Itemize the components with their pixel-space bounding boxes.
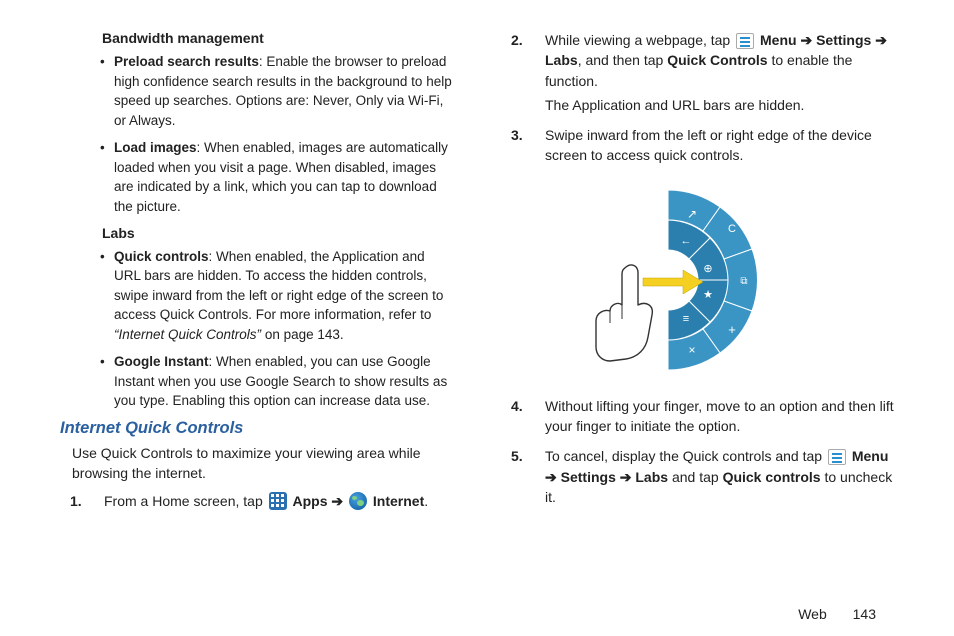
steps-right: 2. While viewing a webpage, tap Menu ➔ S… — [501, 30, 894, 166]
arrow-icon: ➔ — [875, 32, 887, 48]
svg-text:+: + — [728, 322, 736, 337]
svg-text:⧉: ⧉ — [740, 276, 747, 287]
bullet-title: Load images — [114, 140, 197, 155]
globe-icon — [349, 492, 367, 510]
intro-text: Use Quick Controls to maximize your view… — [72, 444, 453, 483]
settings-label: Settings — [561, 469, 620, 485]
menu-label: Menu — [760, 32, 800, 48]
step-text: From a Home screen, tap — [104, 493, 267, 509]
apps-icon — [269, 492, 287, 510]
quick-controls-svg: ↗ C ⧉ + × ← ⊕ ★ ≡ — [573, 180, 823, 380]
step-text: Swipe inward from the left or right edge… — [545, 127, 872, 163]
bullet-quick-controls: Quick controls: When enabled, the Applic… — [104, 247, 453, 345]
step-text: To cancel, display the Quick controls an… — [545, 448, 826, 464]
right-column: 2. While viewing a webpage, tap Menu ➔ S… — [501, 28, 894, 588]
step-text: and tap — [668, 469, 723, 485]
subhead-labs: Labs — [102, 225, 453, 241]
arrow-icon: ➔ — [620, 469, 632, 485]
footer-section: Web — [798, 606, 827, 622]
step-text: Without lifting your finger, move to an … — [545, 398, 894, 434]
labs-label: Labs — [545, 52, 578, 68]
svg-text:⊕: ⊕ — [703, 263, 712, 275]
apps-label: Apps — [293, 493, 332, 509]
bullet-ref: “Internet Quick Controls” — [114, 327, 261, 342]
step-text: While viewing a webpage, tap — [545, 32, 734, 48]
labs-list: Quick controls: When enabled, the Applic… — [90, 247, 453, 412]
svg-text:≡: ≡ — [682, 313, 688, 325]
bullet-title: Quick controls — [114, 249, 209, 264]
svg-text:★: ★ — [703, 289, 713, 301]
step-1: 1. From a Home screen, tap Apps ➔ Intern… — [92, 491, 453, 511]
footer-page-number: 143 — [853, 606, 876, 622]
step-3: 3. Swipe inward from the left or right e… — [533, 125, 894, 166]
bandwidth-list: Preload search results: Enable the brows… — [90, 52, 453, 217]
step-number: 2. — [511, 30, 523, 50]
svg-text:←: ← — [680, 235, 691, 247]
step-4: 4. Without lifting your finger, move to … — [533, 396, 894, 437]
svg-text:×: × — [688, 343, 695, 357]
subhead-bandwidth: Bandwidth management — [102, 30, 453, 46]
arrow-icon: ➔ — [545, 469, 557, 485]
qc-label: Quick Controls — [667, 52, 767, 68]
arrow-icon: ➔ — [331, 493, 343, 509]
left-column: Bandwidth management Preload search resu… — [60, 28, 453, 588]
bullet-preload: Preload search results: Enable the brows… — [104, 52, 453, 130]
steps-left: 1. From a Home screen, tap Apps ➔ Intern… — [60, 491, 453, 511]
section-title-iqc: Internet Quick Controls — [60, 419, 453, 438]
step-text: , and then tap — [578, 52, 668, 68]
menu-icon — [828, 449, 846, 465]
svg-text:C: C — [728, 223, 736, 235]
step-number: 5. — [511, 446, 523, 466]
bullet-text-b: on page 143. — [261, 327, 344, 342]
bullet-google-instant: Google Instant: When enabled, you can us… — [104, 352, 453, 411]
bullet-title: Google Instant — [114, 354, 209, 369]
internet-label: Internet — [373, 493, 424, 509]
step-2: 2. While viewing a webpage, tap Menu ➔ S… — [533, 30, 894, 115]
step-number: 3. — [511, 125, 523, 145]
menu-label: Menu — [852, 448, 889, 464]
steps-right-2: 4. Without lifting your finger, move to … — [501, 396, 894, 507]
page-columns: Bandwidth management Preload search resu… — [60, 28, 894, 588]
quick-controls-figure: ↗ C ⧉ + × ← ⊕ ★ ≡ — [573, 180, 823, 380]
settings-label: Settings — [816, 32, 875, 48]
dot: . — [424, 493, 428, 509]
labs-label: Labs — [635, 469, 668, 485]
qc-label: Quick controls — [723, 469, 821, 485]
bullet-title: Preload search results — [114, 54, 259, 69]
menu-icon — [736, 33, 754, 49]
arrow-icon: ➔ — [800, 32, 812, 48]
page-footer: Web 143 — [798, 606, 876, 622]
svg-text:↗: ↗ — [686, 207, 696, 221]
step-5: 5. To cancel, display the Quick controls… — [533, 446, 894, 507]
step-number: 4. — [511, 396, 523, 416]
step-2-sub: The Application and URL bars are hidden. — [545, 95, 894, 115]
step-number: 1. — [70, 491, 82, 511]
bullet-load-images: Load images: When enabled, images are au… — [104, 138, 453, 216]
